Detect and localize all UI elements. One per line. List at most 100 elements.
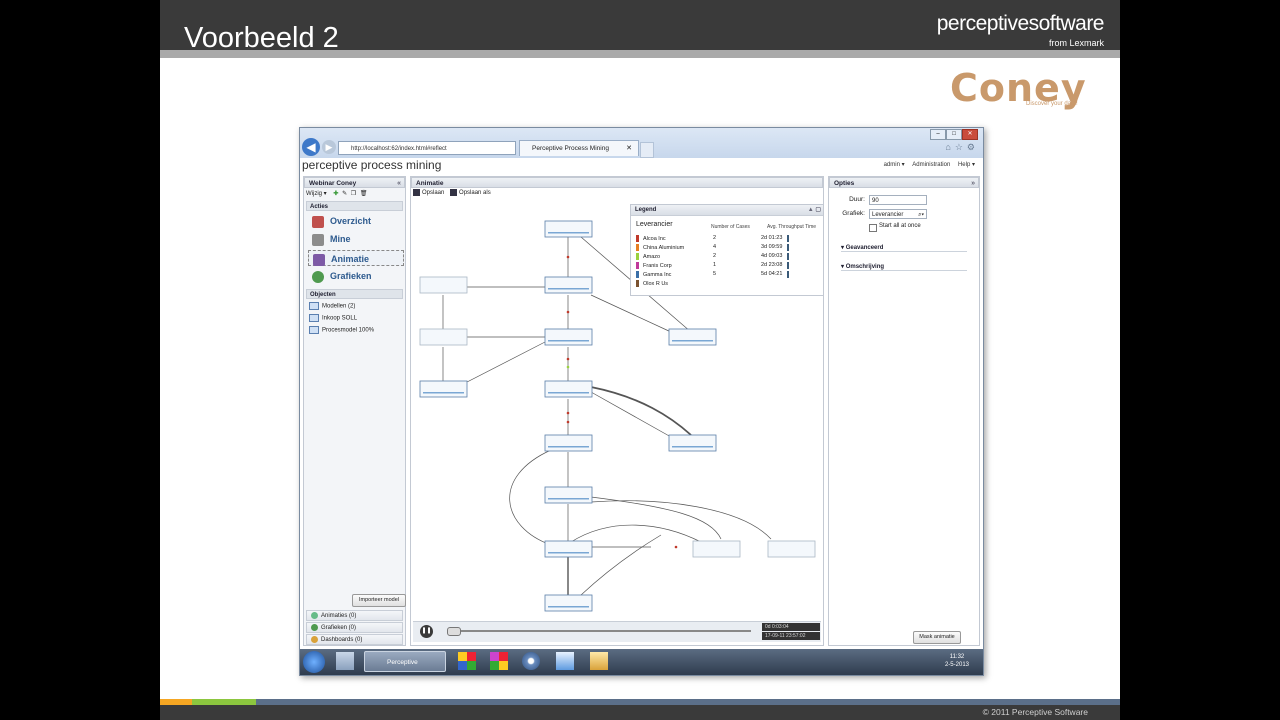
grafiek-label: Grafiek: [842,210,865,217]
model-icon [309,302,319,310]
user-menu[interactable]: admin ▾ [884,162,905,168]
legend-cases: 2 [713,235,717,241]
system-clock: 11:32 2-5-2013 [945,653,969,669]
process-node[interactable] [544,328,593,346]
case-token [674,545,678,549]
process-node[interactable] [668,328,717,346]
left-panel-header: Webinar Coney « [304,177,405,188]
process-node[interactable] [544,434,593,452]
process-node[interactable] [767,540,816,558]
gear-icon[interactable] [522,652,540,670]
action-animatie[interactable]: Animatie [308,250,404,266]
object-inkoop-soll[interactable]: Inkoop SOLL [309,314,357,322]
object-modellen[interactable]: Modellen (2) [309,302,355,310]
taskbar-tool-icon[interactable] [336,652,354,670]
timeline-slider[interactable] [447,630,751,632]
bottom-label: Dashboards (0) [321,637,363,643]
process-node[interactable] [692,540,741,558]
object-procesmodel[interactable]: Procesmodel 100% [309,326,374,334]
bottom-dashboards[interactable]: Dashboards (0) [306,634,403,645]
process-node[interactable] [544,276,593,294]
administration-link[interactable]: Administration [912,162,950,168]
action-mine[interactable]: Mine [308,231,404,247]
process-node[interactable] [544,594,593,612]
object-label: Procesmodel 100% [322,327,375,334]
browser-window: – □ ✕ ◀ ▶ http://localhost:62/index.html… [299,127,984,676]
add-icon[interactable]: ✚ [333,191,338,197]
taskbar-browser-app[interactable]: Perceptive Proces... [364,651,446,672]
new-tab-button[interactable] [640,142,654,158]
elapsed-time: 0d 0:03:04 [762,623,820,631]
legend-cases: 5 [713,271,717,277]
process-node[interactable] [419,328,468,346]
section-omschrijving[interactable]: ▾ Omschrijving [841,263,967,271]
import-model-button[interactable]: Importeer model [352,594,406,607]
section-geavanceerd[interactable]: ▾ Geavanceerd [841,244,967,252]
duur-input[interactable]: 90 [869,195,927,205]
dashboard-icon [311,635,318,643]
process-node[interactable] [544,380,593,398]
back-arrow-icon[interactable]: ◀ [302,138,320,156]
pause-button[interactable]: ❚❚ [420,625,433,638]
slide-header: Voorbeeld 2 perceptivesoftware from Lexm… [160,0,1120,54]
legend-row: Alcoa Inc 2 2d 01:23 [636,235,816,243]
playback-bar: ❚❚ 0d 0:03:04 17-09-11 23:57:02 [413,621,821,642]
legend-name: Amazo [643,253,661,260]
timeline-knob[interactable] [447,627,461,636]
close-icon[interactable]: ✕ [962,129,978,140]
app-nav: admin ▾ Administration Help ▾ [878,161,975,168]
legend-cases: 2 [713,253,717,259]
case-token [566,255,570,259]
legend-controls-icon[interactable]: ▲ ▢ [808,205,821,215]
process-node[interactable] [419,380,468,398]
action-grafieken[interactable]: Grafieken [308,268,404,284]
edit-menu[interactable]: Wijzig ▾ [306,191,327,197]
browser-tool-icons[interactable]: ⌂☆⚙ [945,142,979,153]
bottom-grafieken[interactable]: Grafieken (0) [306,622,403,633]
folder-icon[interactable] [590,652,608,670]
node-progress [548,552,589,554]
taskbar-db-icon[interactable] [556,652,574,670]
pickaxe-icon [312,233,324,246]
case-token [566,411,570,415]
maximize-icon[interactable]: □ [946,129,962,140]
legend-time: 5d 04:21 [761,271,783,277]
search-icon[interactable]: ⌕▾ [918,210,924,220]
mask-animation-button[interactable]: Mask animatie [913,631,961,644]
action-overzicht[interactable]: Overzicht [308,213,404,229]
grafiek-select[interactable]: Leverancier ⌕▾ [869,209,927,219]
clock-time: 11:32 [949,654,965,660]
copy-icon[interactable]: ❐ [351,191,356,197]
help-menu[interactable]: Help ▾ [958,162,975,168]
process-node[interactable] [668,434,717,452]
minimize-icon[interactable]: – [930,129,946,140]
taskbar-app-icon[interactable] [490,652,508,670]
current-date: 17-09-11 23:57:02 [762,632,820,640]
options-panel: Opties » Duur: 90 Grafiek: Leverancier ⌕▾… [828,176,980,646]
tab-close-icon[interactable]: ✕ [626,141,632,157]
start-button[interactable] [303,651,325,673]
animation-icon [313,253,325,266]
browser-tab[interactable]: Perceptive Process Mining ✕ [519,140,639,156]
collapse-right-icon[interactable]: » [971,178,975,189]
clock-date: 2-5-2013 [944,662,969,668]
process-node[interactable] [544,486,593,504]
taskbar-app-icon[interactable] [458,652,476,670]
address-bar[interactable]: http://localhost:62/index.html#reflect [338,141,516,155]
action-label: Animatie [331,254,370,264]
collapse-left-icon[interactable]: « [397,178,401,189]
grafiek-value: Leverancier [872,212,904,218]
slide-header-underline [160,50,1120,58]
process-node[interactable] [419,276,468,294]
start-all-checkbox[interactable] [869,224,877,232]
start-all-label: Start all at once [879,223,921,229]
delete-icon[interactable]: 🗑 [360,191,368,197]
app-content: perceptive process mining admin ▾ Admini… [300,158,983,649]
process-node[interactable] [544,540,593,558]
legend-swatch [636,235,639,242]
process-node[interactable] [544,220,593,238]
bottom-animaties[interactable]: Animaties (0) [306,610,403,621]
pencil-icon[interactable]: ✎ [342,191,347,197]
forward-arrow-icon[interactable]: ▶ [322,140,336,154]
options-header: Opties » [829,177,979,188]
